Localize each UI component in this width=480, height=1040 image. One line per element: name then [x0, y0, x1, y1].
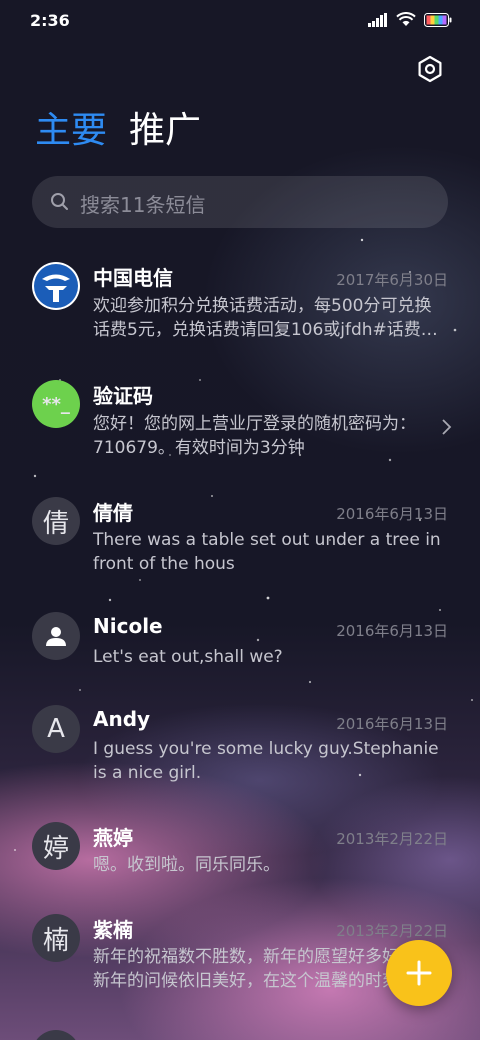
message-date: 2016年6月13日 [336, 715, 448, 733]
conversation-item[interactable]: 倩 倩倩 2016年6月13日 There was a table set ou… [0, 495, 480, 595]
message-date: 2016年6月13日 [336, 622, 448, 640]
message-preview: 您好！您的网上营业厅登录的随机密码为：710679。有效时间为3分钟 [93, 414, 416, 458]
conversation-item[interactable]: 中国电信 2017年6月30日 欢迎参加积分兑换话费活动，每500分可兑换话费5… [0, 260, 480, 360]
conversation-item[interactable] [0, 1026, 480, 1040]
person-icon [46, 627, 66, 646]
avatar [32, 1030, 80, 1040]
message-date: 2017年6月30日 [336, 271, 448, 289]
contact-name: Nicole [93, 614, 163, 638]
plus-icon [406, 960, 432, 986]
status-bar: 2:36 [0, 0, 480, 40]
avatar: 楠 [32, 914, 80, 962]
telecom-logo-icon [34, 264, 78, 308]
contact-name: 验证码 [93, 384, 153, 408]
message-preview: There was a table set out under a tree i… [93, 530, 441, 574]
avatar: **_ [32, 380, 80, 428]
conversation-item[interactable]: Nicole 2016年6月13日 Let's eat out,shall we… [0, 612, 480, 692]
conversation-item[interactable]: 婷 燕婷 2013年2月22日 嗯。收到啦。同乐同乐。 [0, 820, 480, 900]
conversation-item[interactable]: A Andy 2016年6月13日 I guess you're some lu… [0, 705, 480, 805]
message-date: 2013年2月22日 [336, 922, 448, 940]
avatar: 婷 [32, 822, 80, 870]
new-message-button[interactable] [386, 940, 452, 1006]
status-icons [368, 12, 452, 27]
message-date: 2016年6月13日 [336, 505, 448, 523]
signal-icon [368, 12, 387, 27]
message-date: 2013年2月22日 [336, 830, 448, 848]
avatar-text: 楠 [42, 925, 69, 956]
wifi-icon [396, 12, 416, 26]
avatar-text: 婷 [42, 833, 69, 864]
contact-name: Andy [93, 707, 151, 731]
avatar-text: 倩 [42, 508, 69, 539]
status-time: 2:36 [30, 11, 70, 30]
gear-icon[interactable] [416, 55, 444, 83]
tab-bar: 主要 推广 [35, 108, 201, 154]
chevron-right-icon[interactable] [440, 418, 452, 436]
avatar: 倩 [32, 497, 80, 545]
search-placeholder: 搜索11条短信 [80, 193, 206, 217]
search-icon [51, 193, 68, 210]
avatar [32, 612, 80, 660]
message-preview: 欢迎参加积分兑换话费活动，每500分可兑换话费5元，兑换话费请回复106或jfd… [93, 296, 438, 340]
avatar-text: **_ [42, 393, 70, 415]
search-bar[interactable]: 搜索11条短信 [32, 176, 448, 228]
battery-icon [424, 12, 452, 27]
tab-primary[interactable]: 主要 [35, 108, 107, 154]
contact-name: 紫楠 [93, 918, 133, 942]
avatar-text: A [47, 714, 65, 744]
message-preview: Let's eat out,shall we? [93, 647, 283, 667]
avatar: A [32, 705, 80, 753]
avatar [32, 262, 80, 310]
contact-name: 燕婷 [93, 826, 133, 850]
contact-name: 倩倩 [93, 501, 133, 525]
message-preview: I guess you're some lucky guy.Stephanie … [93, 739, 439, 783]
tab-promotions[interactable]: 推广 [129, 108, 201, 154]
message-preview: 嗯。收到啦。同乐同乐。 [93, 855, 280, 875]
conversation-item[interactable]: **_ 验证码 您好！您的网上营业厅登录的随机密码为：710679。有效时间为3… [0, 378, 480, 478]
contact-name: 中国电信 [93, 266, 173, 290]
